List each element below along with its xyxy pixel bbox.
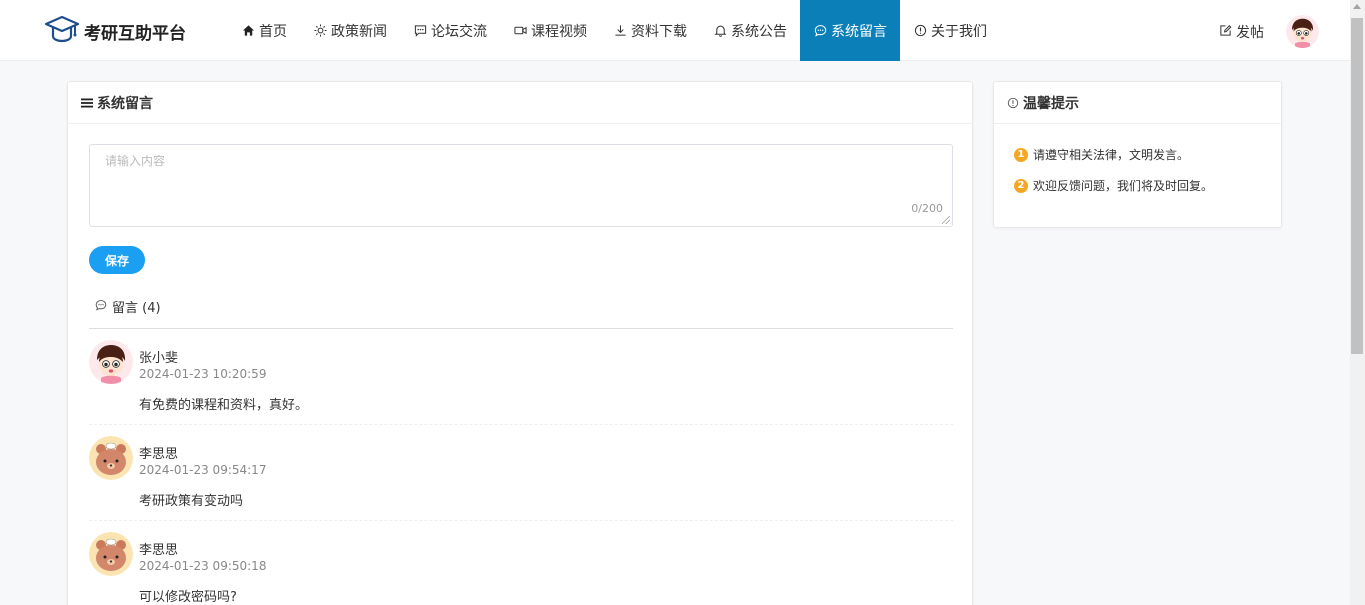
comment-item: 张小斐 2024-01-23 10:20:59 有免费的课程和资料，真好。	[89, 329, 953, 425]
nav-label: 课程视频	[531, 23, 587, 40]
message-icon	[95, 299, 107, 315]
nav-home[interactable]: 首页	[228, 0, 300, 61]
tip-number-badge: 2	[1014, 178, 1028, 193]
video-icon	[513, 24, 527, 38]
graduation-cap-icon	[44, 11, 80, 51]
sun-icon	[313, 24, 327, 38]
card-header: 系统留言	[68, 82, 972, 124]
info-icon	[913, 24, 927, 38]
info-icon	[1007, 97, 1019, 109]
chat-icon	[413, 24, 427, 38]
tip-item: 1 请遵守相关法律，文明发言。	[1014, 146, 1189, 163]
tips-card: 温馨提示 1 请遵守相关法律，文明发言。 2 欢迎反馈问题，我们将及时回复。	[993, 81, 1282, 228]
nav-course-video[interactable]: 课程视频	[500, 0, 600, 61]
comments-heading: 留言 (4)	[89, 297, 953, 329]
char-counter: 0/200	[911, 202, 943, 215]
nav-label: 系统公告	[731, 23, 787, 40]
brand-logo[interactable]: 考研互助平台	[44, 13, 186, 49]
nav-announcements[interactable]: 系统公告	[700, 0, 800, 61]
tip-text: 欢迎反馈问题，我们将及时回复。	[1033, 179, 1214, 193]
main-nav: 首页 政策新闻 论坛交流 课程视频 资料下载 系统公告 系统留言 关于我们	[228, 0, 1000, 61]
tip-number-badge: 1	[1014, 147, 1028, 162]
comment-author: 李思思	[139, 543, 179, 558]
message-input-wrapper: 0/200	[89, 144, 953, 227]
save-button[interactable]: 保存	[89, 246, 145, 274]
nav-label: 论坛交流	[431, 23, 487, 40]
comment-author: 张小斐	[139, 351, 179, 366]
nav-messages[interactable]: 系统留言	[800, 0, 900, 61]
avatar[interactable]	[89, 532, 133, 576]
comment-content: 考研政策有变动吗	[139, 494, 244, 509]
bell-icon	[713, 24, 727, 38]
post-button[interactable]: 发帖	[1219, 22, 1264, 42]
top-header: 考研互助平台 首页 政策新闻 论坛交流 课程视频 资料下载 系统公告 系统留言 …	[0, 0, 1350, 61]
tip-text: 请遵守相关法律，文明发言。	[1033, 148, 1190, 162]
card-title: 系统留言	[97, 95, 153, 112]
nav-label: 资料下载	[631, 23, 687, 40]
download-icon	[613, 24, 627, 38]
nav-downloads[interactable]: 资料下载	[600, 0, 700, 61]
nav-about[interactable]: 关于我们	[900, 0, 1000, 61]
comment-item: 李思思 2024-01-23 09:54:17 考研政策有变动吗	[89, 425, 953, 521]
nav-label: 系统留言	[831, 23, 887, 40]
menu-icon	[81, 97, 93, 109]
nav-forum[interactable]: 论坛交流	[400, 0, 500, 61]
comment-time: 2024-01-23 09:50:18	[139, 559, 267, 573]
scroll-up-arrow[interactable]	[1353, 4, 1361, 9]
brand-name: 考研互助平台	[84, 23, 186, 44]
comment-time: 2024-01-23 10:20:59	[139, 367, 267, 381]
tips-title: 温馨提示	[1023, 95, 1079, 112]
message-input[interactable]	[90, 145, 952, 226]
comment-content: 可以修改密码吗?	[139, 590, 237, 605]
message-icon	[813, 24, 827, 38]
comment-time: 2024-01-23 09:54:17	[139, 463, 267, 477]
nav-label: 关于我们	[931, 23, 987, 40]
nav-label: 政策新闻	[331, 23, 387, 40]
tips-header: 温馨提示	[994, 82, 1281, 124]
nav-label: 首页	[259, 23, 287, 40]
comment-item: 李思思 2024-01-23 09:50:18 可以修改密码吗?	[89, 521, 953, 605]
message-card: 系统留言 0/200 保存 留言 (4) 张小斐 202	[67, 81, 973, 605]
tip-item: 2 欢迎反馈问题，我们将及时回复。	[1014, 177, 1213, 194]
post-label: 发帖	[1236, 25, 1264, 41]
resize-handle[interactable]	[942, 216, 950, 224]
avatar[interactable]	[89, 340, 133, 384]
nav-policy-news[interactable]: 政策新闻	[300, 0, 400, 61]
edit-icon	[1219, 24, 1236, 41]
comment-content: 有免费的课程和资料，真好。	[139, 398, 309, 413]
avatar[interactable]	[89, 436, 133, 480]
comments-count-label: 留言 (4)	[112, 301, 161, 316]
home-icon	[241, 24, 255, 38]
comment-author: 李思思	[139, 447, 179, 462]
user-avatar[interactable]	[1286, 15, 1319, 48]
scrollbar-thumb[interactable]	[1351, 18, 1363, 354]
